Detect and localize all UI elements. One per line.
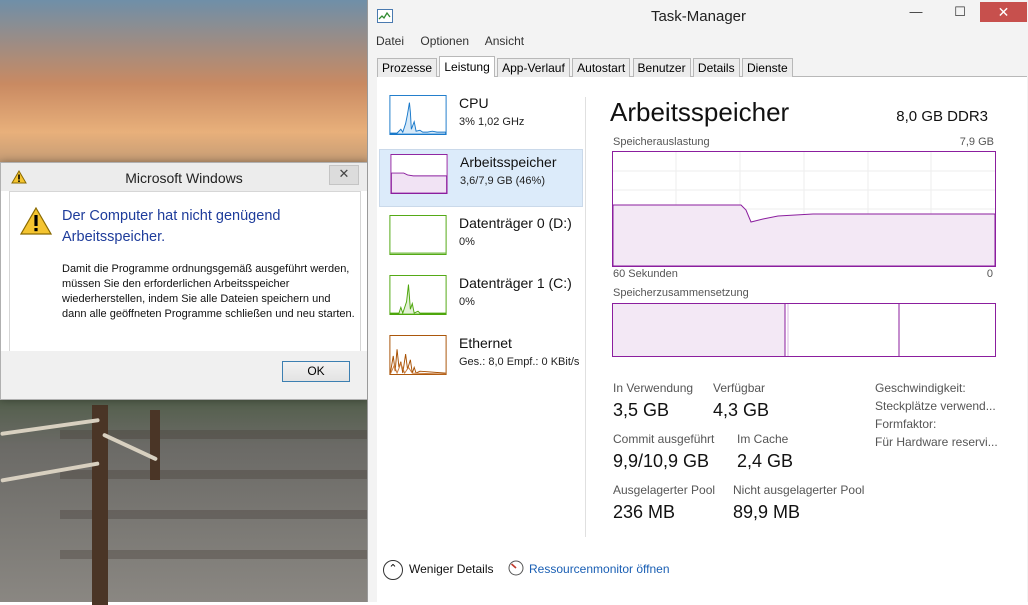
resource-name: Datenträger 1 (C:) [459,275,572,291]
memory-composition-bar [612,303,996,357]
resource-cpu[interactable]: CPU 3% 1,02 GHz [379,91,581,147]
tm-footer: ⌃ Weniger Details Ressourcenmonitor öffn… [377,557,1027,602]
composition-label: Speicherzusammensetzung [613,287,749,299]
open-resource-monitor-link[interactable]: Ressourcenmonitor öffnen [529,562,670,576]
paged-pool-label: Ausgelagerter Pool [613,483,716,497]
detail-title: Arbeitsspeicher [610,97,790,127]
cpu-thumbnail-graph [389,95,447,135]
warning-icon [20,207,52,235]
paged-pool-value: 236 MB [613,502,676,522]
form-factor-label: Formfaktor: [875,417,937,431]
chevron-up-icon[interactable]: ⌃ [383,560,403,580]
tab-processes[interactable]: Prozesse [377,58,438,77]
dialog-footer: OK [1,351,367,399]
minimize-button[interactable]: — [903,4,929,22]
menu-view[interactable]: Ansicht [485,34,524,48]
boardwalk-post [150,410,160,480]
resource-value: 0% [459,236,475,248]
menu-options[interactable]: Optionen [420,34,469,48]
menubar: Datei Optionen Ansicht [376,34,537,51]
dialog-title: Microsoft Windows [125,170,243,186]
resource-name: CPU [459,95,489,111]
tab-details[interactable]: Details [692,58,740,77]
tm-titlebar[interactable]: Task-Manager — ☐ ✕ [368,0,1028,32]
ok-button[interactable]: OK [282,361,350,382]
available-label: Verfügbar [713,381,766,395]
cache-label: Im Cache [737,432,789,446]
ethernet-thumbnail-graph [389,335,447,375]
resource-name: Ethernet [459,335,512,351]
nonpaged-pool-label: Nicht ausgelagerter Pool [733,483,865,497]
memory-thumbnail-graph [390,154,448,194]
panel-divider [585,97,586,537]
usage-graph-label: Speicherauslastung [613,136,710,148]
resource-value: 3% 1,02 GHz [459,116,525,128]
resource-name: Datenträger 0 (D:) [459,215,572,231]
tab-services[interactable]: Dienste [741,58,793,77]
fewer-details-button[interactable]: Weniger Details [409,562,493,576]
cache-value: 2,4 GB [737,451,794,471]
memory-spec: 8,0 GB DDR3 [896,108,988,125]
speed-label: Geschwindigkeit: [875,381,966,395]
tab-app-history[interactable]: App-Verlauf [497,58,570,77]
tab-bar: Prozesse Leistung App-Verlauf Autostart … [377,55,1027,78]
resource-memory[interactable]: Arbeitsspeicher 3,6/7,9 GB (46%) [379,149,583,207]
disk-1-thumbnail-graph [389,275,447,315]
usage-graph-max: 7,9 GB [959,136,994,148]
resource-monitor-icon [508,560,524,576]
in-use-label: In Verwendung [613,381,694,395]
resource-name: Arbeitsspeicher [460,154,557,170]
commit-label: Commit ausgeführt [613,432,715,446]
dialog-titlebar[interactable]: Microsoft Windows ✕ [1,163,367,191]
performance-panel: CPU 3% 1,02 GHz Arbeitsspeicher 3,6/7,9 … [377,77,1027,602]
resource-value: 0% [459,296,475,308]
tab-startup[interactable]: Autostart [572,58,631,77]
available-value: 4,3 GB [713,400,770,420]
dialog-heading: Der Computer hat nicht genügend Arbeitss… [62,208,281,245]
resource-disk-1[interactable]: Datenträger 1 (C:) 0% [379,271,581,327]
resource-value: Ges.: 8,0 Empf.: 0 KBit/s [459,356,580,368]
tm-title: Task-Manager [650,8,747,25]
slots-label: Steckplätze verwend... [875,399,996,413]
dialog-body: Der Computer hat nicht genügend Arbeitss… [9,191,361,353]
in-use-value: 3,5 GB [613,400,670,420]
dialog-message: Damit die Programme ordnungsgemäß ausgef… [62,263,355,320]
memory-usage-graph [612,151,996,267]
task-manager-window: Task-Manager — ☐ ✕ Datei Optionen Ansich… [367,0,1028,602]
low-memory-dialog: Microsoft Windows ✕ Der Computer hat nic… [0,162,368,400]
tab-users[interactable]: Benutzer [632,58,691,77]
tab-performance[interactable]: Leistung [439,56,495,78]
menu-file[interactable]: Datei [376,34,404,48]
resource-ethernet[interactable]: Ethernet Ges.: 8,0 Empf.: 0 KBit/s [379,331,581,387]
time-axis-label: 60 Sekunden [613,268,678,280]
disk-0-thumbnail-graph [389,215,447,255]
close-button[interactable]: ✕ [329,165,359,185]
maximize-button[interactable]: ☐ [947,4,973,22]
resource-disk-0[interactable]: Datenträger 0 (D:) 0% [379,211,581,267]
commit-value: 9,9/10,9 GB [613,451,710,471]
nonpaged-pool-value: 89,9 MB [733,502,801,522]
hardware-reserved-label: Für Hardware reservi... [875,435,998,449]
time-axis-end: 0 [986,268,993,280]
resource-value: 3,6/7,9 GB (46%) [460,175,545,187]
close-button[interactable]: ✕ [980,2,1027,22]
